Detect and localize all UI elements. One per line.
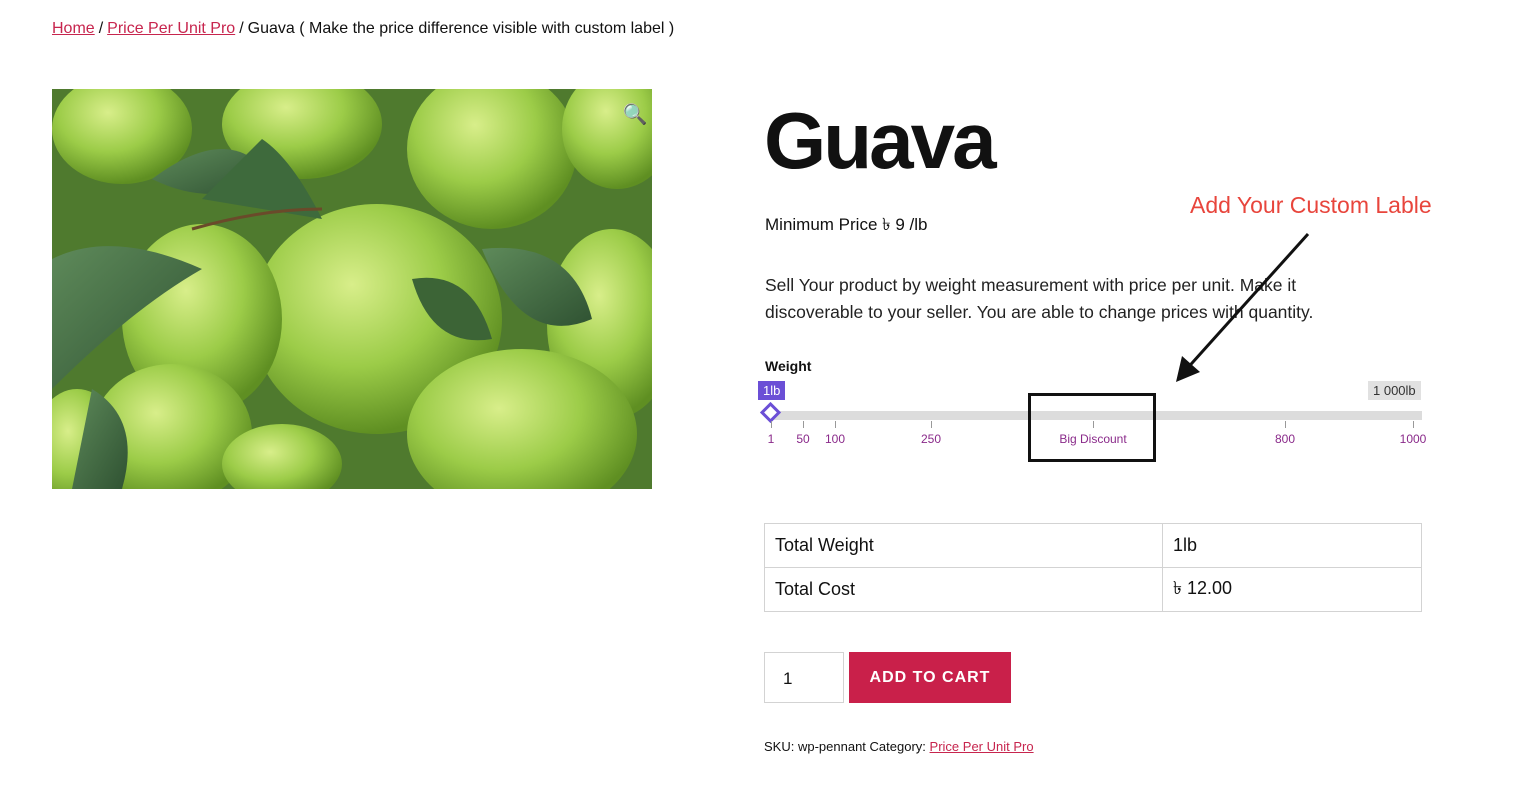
slider-tick-label: 100 (824, 432, 846, 446)
custom-label-highlight-box (1028, 393, 1156, 462)
total-weight-label: Total Weight (764, 523, 1163, 568)
breadcrumb-home-link[interactable]: Home (52, 20, 95, 37)
table-row: Total Weight 1lb (764, 523, 1422, 568)
product-title: Guava (764, 96, 997, 185)
breadcrumb-separator: / (239, 20, 244, 37)
zoom-icon[interactable]: 🔍 (622, 102, 648, 128)
slider-tick (771, 421, 772, 428)
slider-tick-label: 50 (796, 432, 810, 446)
category-label: Category: (869, 739, 926, 754)
slider-tick (1285, 421, 1286, 428)
annotation-arrow (1176, 232, 1310, 382)
total-weight-value: 1lb (1162, 523, 1422, 568)
product-image[interactable] (52, 89, 652, 489)
breadcrumb-category-link[interactable]: Price Per Unit Pro (107, 20, 235, 37)
breadcrumb: Home / Price Per Unit Pro / Guava ( Make the… (52, 20, 674, 38)
sku-value: wp-pennant (797, 739, 866, 754)
sku-label: SKU: (764, 739, 795, 754)
total-cost-label: Total Cost (764, 567, 1163, 612)
slider-tick-label: 1 (767, 432, 775, 446)
slider-tick (1413, 421, 1414, 428)
slider-tick (835, 421, 836, 428)
totals-table: Total Weight 1lb Total Cost ৳ 12.00 (764, 523, 1422, 612)
slider-max-badge: 1 000lb (1368, 381, 1421, 400)
slider-tick-label: 1000 (1399, 432, 1427, 446)
minimum-price: Minimum Price ৳ 9 /lb (765, 215, 928, 234)
slider-tick (931, 421, 932, 428)
weight-label: Weight (765, 358, 812, 374)
slider-tick-label: 250 (920, 432, 942, 446)
product-meta: SKU: wp-pennant Category: Price Per Unit… (764, 739, 1034, 754)
slider-tick (803, 421, 804, 428)
quantity-input[interactable]: 1 (764, 652, 844, 703)
breadcrumb-separator: / (98, 20, 104, 37)
slider-value-badge: 1lb (758, 381, 786, 400)
category-link[interactable]: Price Per Unit Pro (930, 739, 1034, 754)
custom-label-annotation: Add Your Custom Lable (1190, 192, 1432, 218)
slider-tick-label: 800 (1274, 432, 1296, 446)
table-row: Total Cost ৳ 12.00 (764, 567, 1422, 612)
breadcrumb-current: Guava ( Make the price difference visibl… (247, 20, 675, 37)
total-cost-value: ৳ 12.00 (1162, 567, 1422, 612)
add-to-cart-button[interactable]: ADD TO CART (849, 652, 1011, 703)
